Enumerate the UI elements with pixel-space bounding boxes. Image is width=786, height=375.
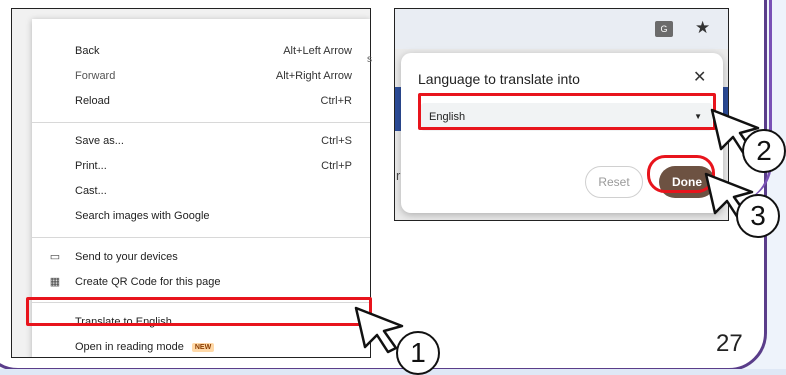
menu-item-back[interactable]: Back Alt+Left Arrow [32,40,370,64]
background-fragment: s [367,54,372,65]
menu-item-save-as[interactable]: Save as... Ctrl+S [32,130,370,154]
bottom-strip [0,369,786,375]
step-marker-1: 1 [396,331,440,375]
menu-item-reading-mode[interactable]: Open in reading mode NEW [32,336,370,357]
menu-item-shortcut: Alt+Right Arrow [275,70,352,82]
menu-item-label: Create QR Code for this page [75,276,221,288]
close-icon[interactable]: ✕ [693,67,706,87]
menu-item-cast[interactable]: Cast... [32,180,370,204]
menu-item-qr-code[interactable]: ▦ Create QR Code for this page [32,271,370,295]
menu-item-send-to-devices[interactable]: ▭ Send to your devices [32,246,370,270]
menu-item-label: Print... [75,160,107,172]
step-marker-2: 2 [742,129,786,173]
page-number: 27 [716,330,743,357]
laptop-icon: ▭ [49,251,61,263]
reset-button[interactable]: Reset [585,166,643,198]
step-marker-3: 3 [736,194,780,238]
highlight-language-select [418,93,716,130]
menu-item-search-images[interactable]: Search images with Google [32,205,370,229]
menu-separator [32,122,370,123]
menu-item-shortcut: Ctrl+R [320,95,352,107]
browser-toolbar: G ★ [395,9,728,49]
menu-item-shortcut: Alt+Left Arrow [283,45,352,57]
star-icon[interactable]: ★ [695,18,710,38]
menu-item-label: Search images with Google [75,210,210,222]
qr-code-icon: ▦ [49,276,61,288]
highlight-translate [26,297,372,326]
menu-item-label: Save as... [75,135,124,147]
background-fragment: r [396,168,401,183]
menu-item-label: Reload [75,95,110,107]
menu-item-label: Open in reading mode NEW [75,341,215,353]
menu-item-label: Forward [75,70,116,82]
menu-item-shortcut: Ctrl+S [321,135,352,147]
menu-separator [32,237,370,238]
menu-item-label: Back [75,45,100,57]
menu-item-shortcut: Ctrl+P [321,160,352,172]
menu-item-label: Send to your devices [75,251,178,263]
translate-icon[interactable]: G [655,21,673,37]
menu-item-reload[interactable]: Reload Ctrl+R [32,90,370,114]
menu-item-label: Cast... [75,185,107,197]
dialog-title: Language to translate into [418,71,580,87]
new-badge: NEW [191,343,215,352]
menu-item-print[interactable]: Print... Ctrl+P [32,155,370,179]
menu-item-forward[interactable]: Forward Alt+Right Arrow [32,65,370,89]
